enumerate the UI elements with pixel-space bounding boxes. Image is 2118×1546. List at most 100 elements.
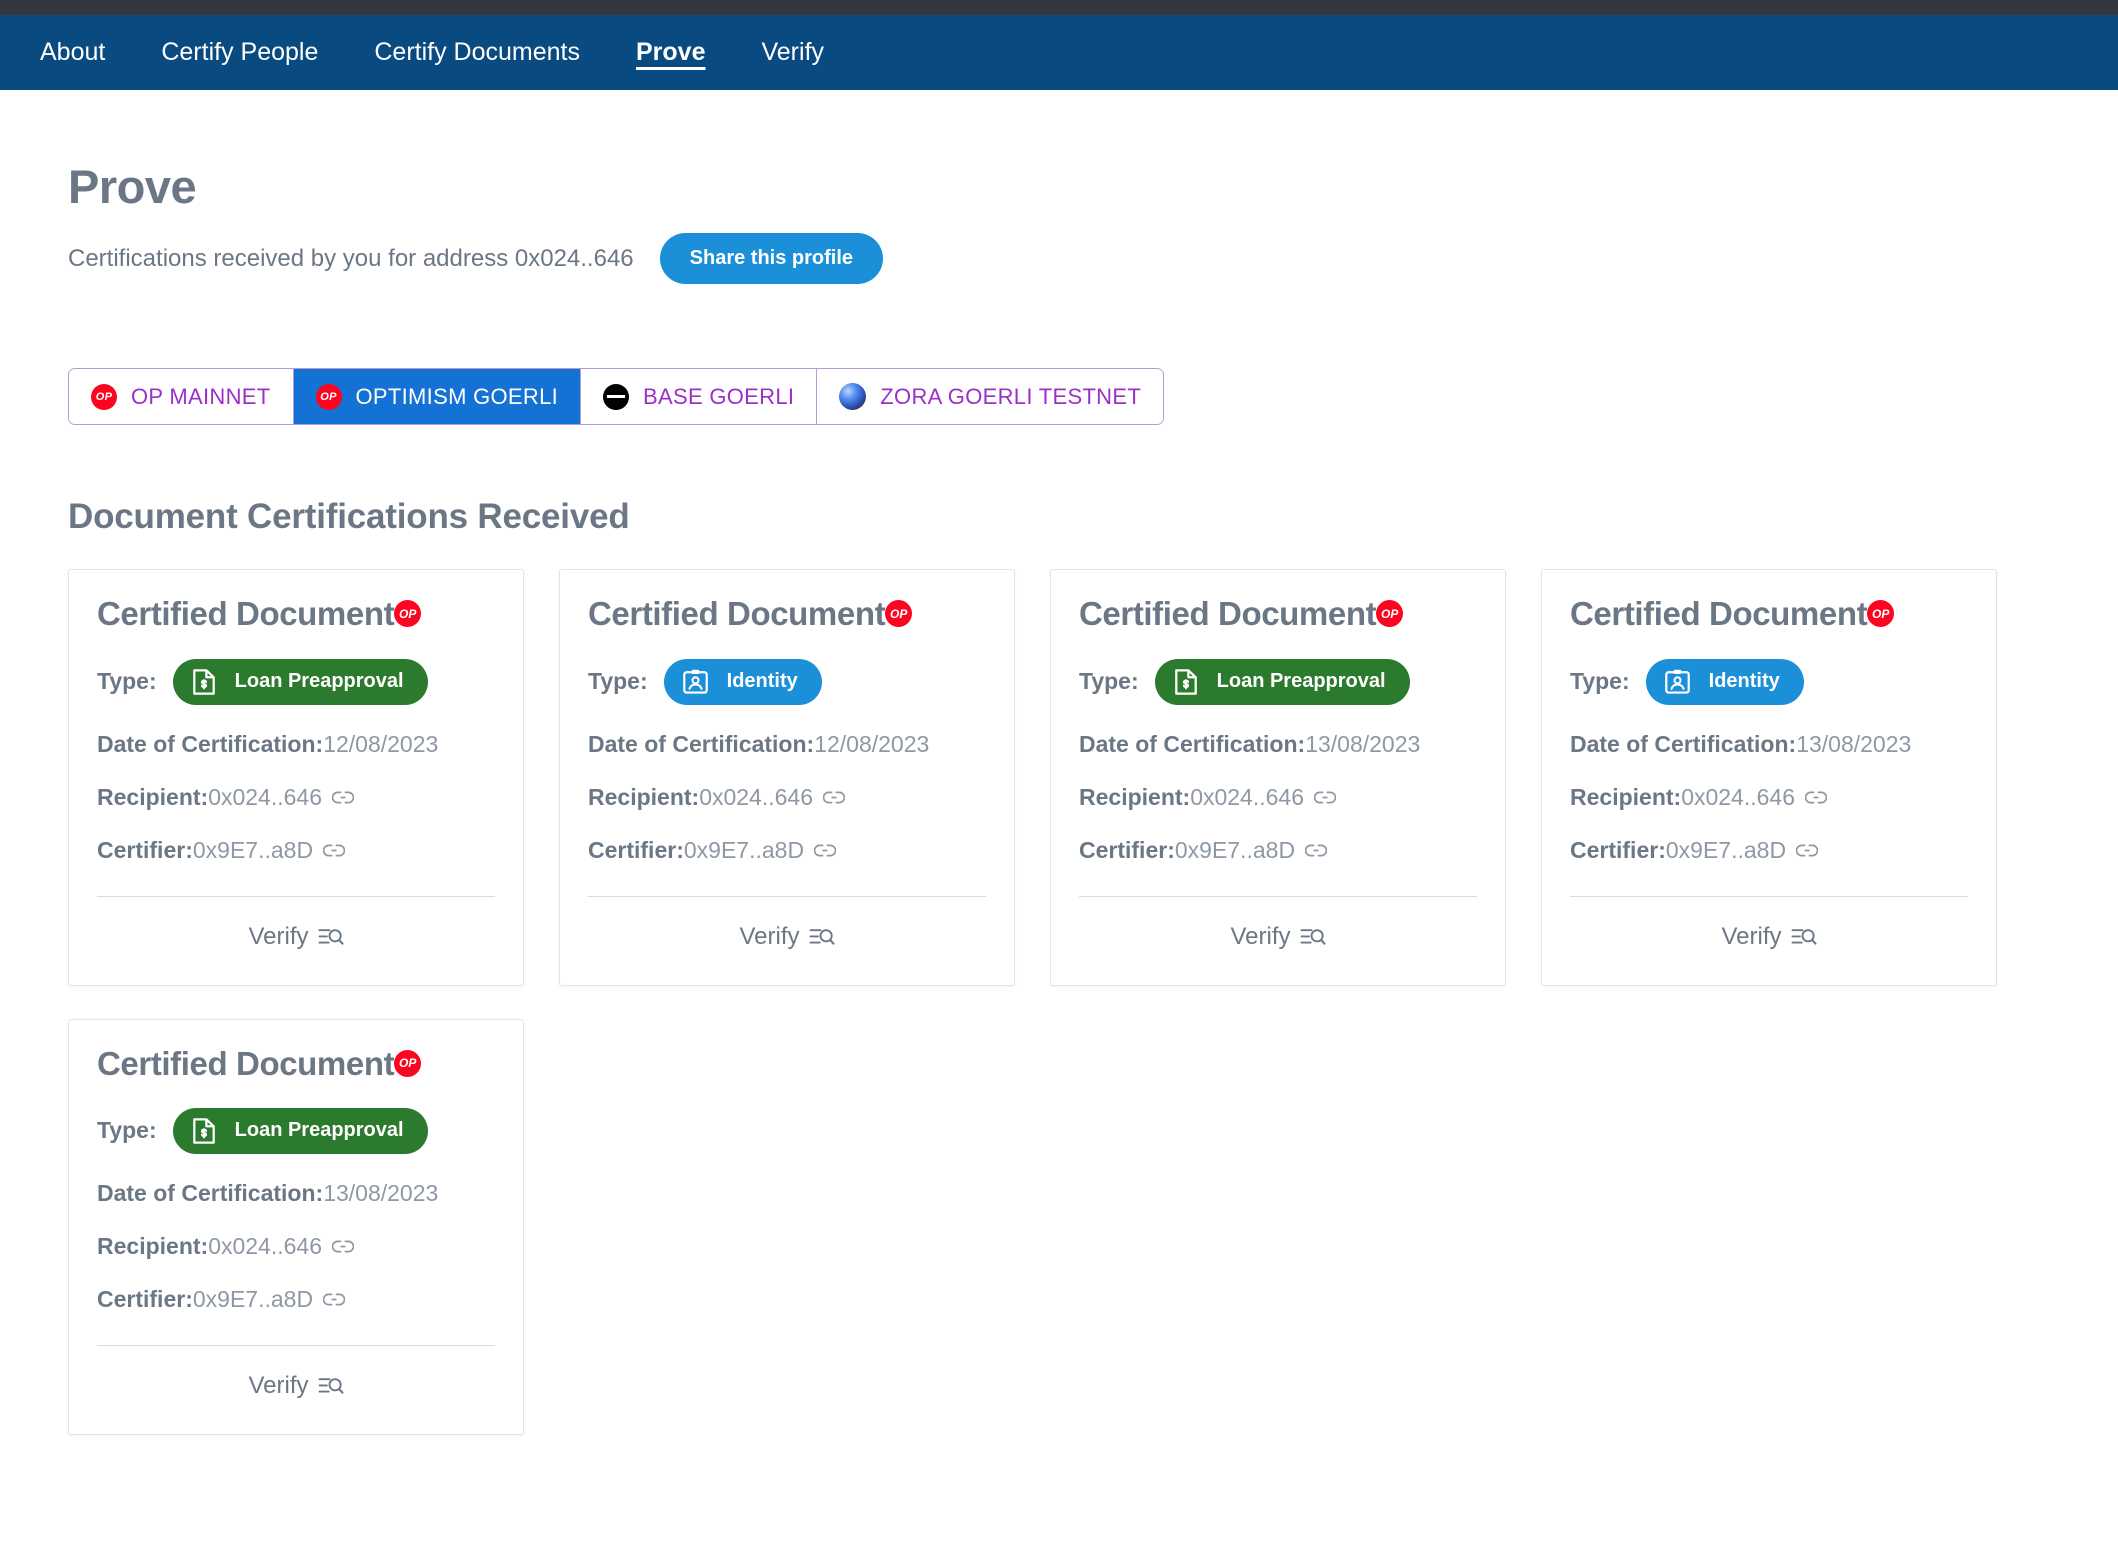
date-label: Date of Certification:: [97, 1179, 324, 1206]
verify-button[interactable]: Verify: [1570, 923, 1968, 951]
certifier-link-icon[interactable]: [323, 1292, 346, 1307]
date-value: 13/08/2023: [1305, 730, 1421, 757]
op-icon: OP: [91, 383, 117, 410]
recipient-link-icon[interactable]: [332, 790, 355, 805]
date-of-certification-row: Date of Certification: 12/08/2023: [97, 731, 495, 758]
type-badge-label: Identity: [726, 670, 798, 693]
recipient-row: Recipient: 0x024..646: [1079, 784, 1477, 811]
certifier-link-icon[interactable]: [1796, 843, 1819, 858]
network-chip-zora-goerli-testnet[interactable]: ZORA GOERLI TESTNET: [817, 369, 1164, 425]
card-title: Certified Document: [97, 595, 395, 633]
network-chip-label: BASE GOERLI: [643, 383, 795, 409]
page-body: Prove Certifications received by you for…: [0, 162, 2118, 1435]
nav-item-about[interactable]: About: [12, 34, 133, 71]
date-label: Date of Certification:: [1079, 730, 1306, 757]
recipient-row: Recipient: 0x024..646: [97, 784, 495, 811]
card-divider: [97, 1344, 495, 1346]
verify-label: Verify: [248, 1371, 309, 1399]
recipient-value: 0x024..646: [1190, 783, 1305, 810]
verify-button[interactable]: Verify: [97, 1372, 495, 1400]
recipient-row: Recipient: 0x024..646: [1570, 784, 1968, 811]
date-label: Date of Certification:: [588, 730, 815, 757]
verify-label: Verify: [248, 922, 309, 950]
page-title: Prove: [68, 160, 197, 213]
type-label: Type:: [1079, 668, 1139, 695]
page-subtitle-row: Certifications received by you for addre…: [68, 233, 2118, 285]
op-chain-badge-icon: OP: [1376, 600, 1404, 628]
verify-button[interactable]: Verify: [97, 923, 495, 951]
loan-document-icon: [1173, 668, 1199, 696]
recipient-link-icon[interactable]: [823, 790, 846, 805]
network-chip-optimism-goerli[interactable]: OP OPTIMISM GOERLI: [293, 369, 582, 425]
certifier-label: Certifier:: [97, 1285, 193, 1312]
certifier-row: Certifier: 0x9E7..a8D: [1570, 837, 1968, 864]
nav-item-verify[interactable]: Verify: [733, 34, 852, 71]
verify-label: Verify: [1230, 922, 1291, 950]
certification-card: Certified Document OP Type: Loan Preapprova…: [68, 1018, 524, 1435]
date-of-certification-row: Date of Certification: 13/08/2023: [97, 1180, 495, 1207]
recipient-label: Recipient:: [97, 783, 209, 810]
date-of-certification-row: Date of Certification: 13/08/2023: [1570, 731, 1968, 758]
card-divider: [1570, 895, 1968, 897]
certifier-value: 0x9E7..a8D: [192, 1285, 314, 1312]
type-badge: Loan Preapproval: [172, 658, 428, 705]
certification-card: Certified Document OP Type: Loan Preapprova…: [68, 569, 524, 986]
recipient-link-icon[interactable]: [1314, 790, 1337, 805]
type-badge: Identity: [663, 658, 822, 705]
op-icon: OP: [315, 383, 342, 410]
recipient-label: Recipient:: [1079, 783, 1191, 810]
date-value: 12/08/2023: [814, 730, 930, 757]
certifier-row: Certifier: 0x9E7..a8D: [97, 1286, 495, 1313]
os-title-strip: [0, 0, 2118, 15]
type-badge-label: Identity: [1708, 670, 1780, 693]
verify-button[interactable]: Verify: [588, 923, 986, 951]
certifier-link-icon[interactable]: [1305, 843, 1328, 858]
network-chip-base-goerli[interactable]: BASE GOERLI: [581, 369, 818, 425]
type-badge-label: Loan Preapproval: [234, 1119, 404, 1142]
network-selector[interactable]: OP OP MAINNET OP OPTIMISM GOERLI BASE GOERLI…: [68, 368, 1165, 426]
verify-button[interactable]: Verify: [1079, 923, 1477, 951]
certification-card: Certified Document OP Type: Loan Preapprova…: [1050, 569, 1506, 986]
certifier-link-icon[interactable]: [814, 843, 837, 858]
card-type-row: Type: Loan Preapproval: [1079, 658, 1477, 705]
network-chip-op-mainnet[interactable]: OP OP MAINNET: [69, 369, 294, 425]
date-value: 12/08/2023: [323, 730, 439, 757]
document-search-icon: [1791, 926, 1817, 948]
certifier-row: Certifier: 0x9E7..a8D: [1079, 837, 1477, 864]
recipient-label: Recipient:: [1570, 783, 1682, 810]
certifier-label: Certifier:: [97, 836, 193, 863]
certifier-row: Certifier: 0x9E7..a8D: [588, 837, 986, 864]
type-label: Type:: [97, 1117, 157, 1144]
type-badge: Loan Preapproval: [1154, 658, 1410, 705]
certifier-value: 0x9E7..a8D: [1665, 836, 1787, 863]
recipient-label: Recipient:: [588, 783, 700, 810]
card-type-row: Type: Identity: [588, 658, 986, 705]
identity-card-icon: [1664, 668, 1691, 696]
loan-document-icon: [191, 668, 217, 696]
date-label: Date of Certification:: [97, 730, 324, 757]
card-header: Certified Document OP: [1570, 596, 1968, 632]
card-title: Certified Document: [1570, 595, 1868, 633]
verify-label: Verify: [1721, 922, 1782, 950]
card-type-row: Type: Loan Preapproval: [97, 1107, 495, 1154]
identity-card-icon: [682, 668, 709, 696]
nav-item-certify-people[interactable]: Certify People: [133, 34, 346, 71]
certification-card-grid: Certified Document OP Type: Loan Preapprova…: [68, 569, 2058, 1435]
share-this-profile-button[interactable]: Share this profile: [659, 233, 884, 285]
recipient-link-icon[interactable]: [1805, 790, 1828, 805]
card-divider: [97, 895, 495, 897]
recipient-value: 0x024..646: [208, 783, 323, 810]
certifier-link-icon[interactable]: [323, 843, 346, 858]
op-chain-badge-icon: OP: [394, 600, 422, 628]
certifier-row: Certifier: 0x9E7..a8D: [97, 837, 495, 864]
zora-icon: [839, 383, 867, 411]
type-label: Type:: [97, 668, 157, 695]
card-header: Certified Document OP: [97, 596, 495, 632]
recipient-link-icon[interactable]: [332, 1239, 355, 1254]
card-title: Certified Document: [97, 1044, 395, 1082]
certifier-value: 0x9E7..a8D: [192, 836, 314, 863]
nav-item-certify-documents[interactable]: Certify Documents: [346, 34, 608, 71]
section-title: Document Certifications Received: [68, 497, 630, 537]
nav-item-prove[interactable]: Prove: [608, 34, 733, 71]
page-subtitle: Certifications received by you for addre…: [68, 244, 634, 272]
